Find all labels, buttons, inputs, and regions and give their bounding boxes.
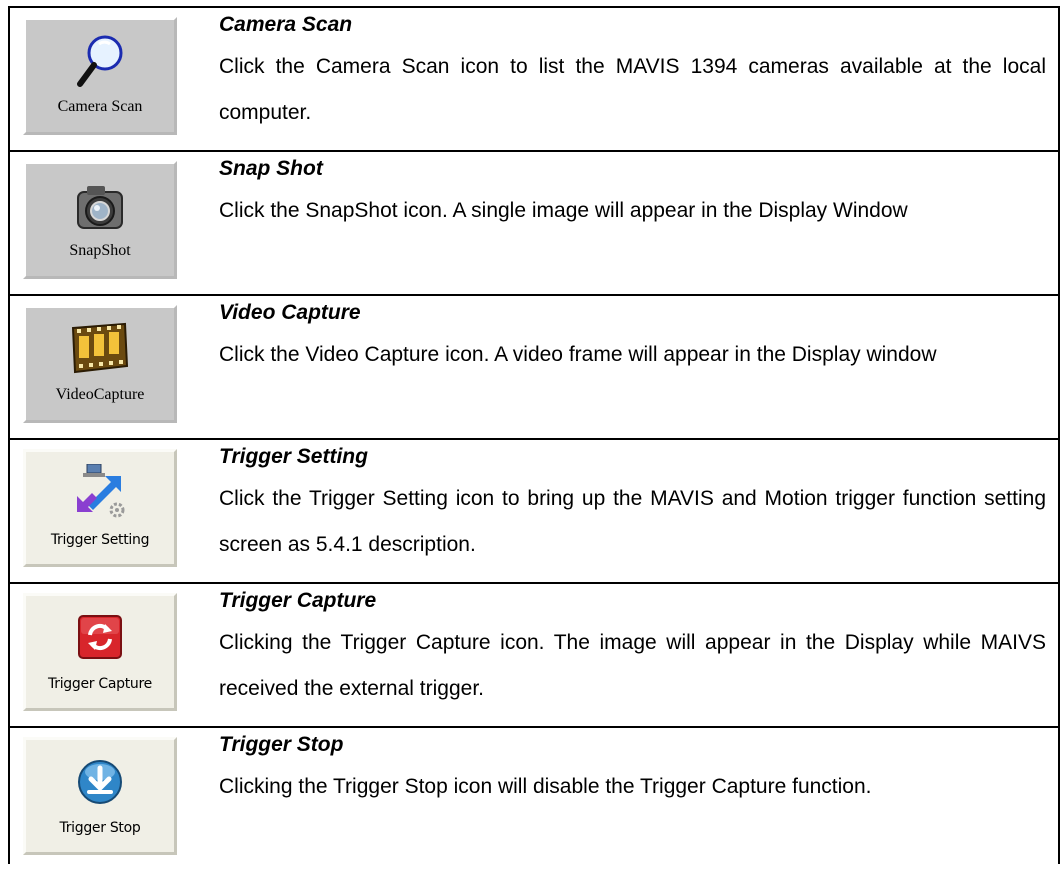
trigger-setting-button[interactable]: Trigger Setting (23, 449, 177, 567)
item-text: Snap Shot Click the SnapShot icon. A sin… (219, 156, 1046, 234)
item-title: Trigger Capture (219, 589, 377, 612)
refresh-icon (78, 615, 122, 659)
button-label: Camera Scan (57, 98, 143, 115)
download-icon (78, 760, 122, 804)
button-label: VideoCapture (55, 386, 145, 403)
item-description: Click the Camera Scan icon to list the M… (219, 55, 1046, 124)
item-description: Click the Trigger Setting icon to bring … (219, 487, 1046, 556)
item-text: Trigger Capture Clicking the Trigger Cap… (219, 588, 1046, 712)
item-description: Clicking the Trigger Stop icon will disa… (219, 775, 872, 798)
magnifier-icon (77, 35, 123, 87)
table-row: Trigger Capture Trigger Capture Clicking… (10, 582, 1058, 726)
item-title: Video Capture (219, 301, 361, 324)
button-label: Trigger Setting (50, 532, 150, 548)
item-text: Video Capture Click the Video Capture ic… (219, 300, 1046, 378)
item-description: Click the Video Capture icon. A video fr… (219, 343, 937, 366)
trigger-setting-icon (77, 464, 125, 518)
item-text: Trigger Setting Click the Trigger Settin… (219, 444, 1046, 568)
item-title: Trigger Setting (219, 445, 368, 468)
film-icon (71, 322, 129, 374)
item-title: Snap Shot (219, 157, 323, 180)
trigger-capture-button[interactable]: Trigger Capture (23, 593, 177, 711)
table-row: Camera Scan Camera Scan Click the Camera… (10, 6, 1058, 150)
table-row: Trigger Stop Trigger Stop Clicking the T… (10, 726, 1058, 864)
feature-table: Camera Scan Camera Scan Click the Camera… (8, 6, 1060, 864)
camera-icon (77, 186, 123, 229)
item-title: Camera Scan (219, 13, 353, 36)
camera-scan-button[interactable]: Camera Scan (23, 17, 177, 135)
item-text: Trigger Stop Clicking the Trigger Stop i… (219, 732, 1046, 810)
snapshot-button[interactable]: SnapShot (23, 161, 177, 279)
item-description: Clicking the Trigger Capture icon. The i… (219, 631, 1046, 700)
item-title: Trigger Stop (219, 733, 344, 756)
button-label: Trigger Stop (59, 820, 141, 836)
trigger-stop-button[interactable]: Trigger Stop (23, 737, 177, 855)
item-text: Camera Scan Click the Camera Scan icon t… (219, 12, 1046, 136)
table-row: VideoCapture Video Capture Click the Vid… (10, 294, 1058, 438)
video-capture-button[interactable]: VideoCapture (23, 305, 177, 423)
button-label: Trigger Capture (48, 676, 152, 692)
table-row: Trigger Setting Trigger Setting Click th… (10, 438, 1058, 582)
table-row: SnapShot Snap Shot Click the SnapShot ic… (10, 150, 1058, 294)
item-description: Click the SnapShot icon. A single image … (219, 199, 908, 222)
button-label: SnapShot (69, 242, 131, 259)
